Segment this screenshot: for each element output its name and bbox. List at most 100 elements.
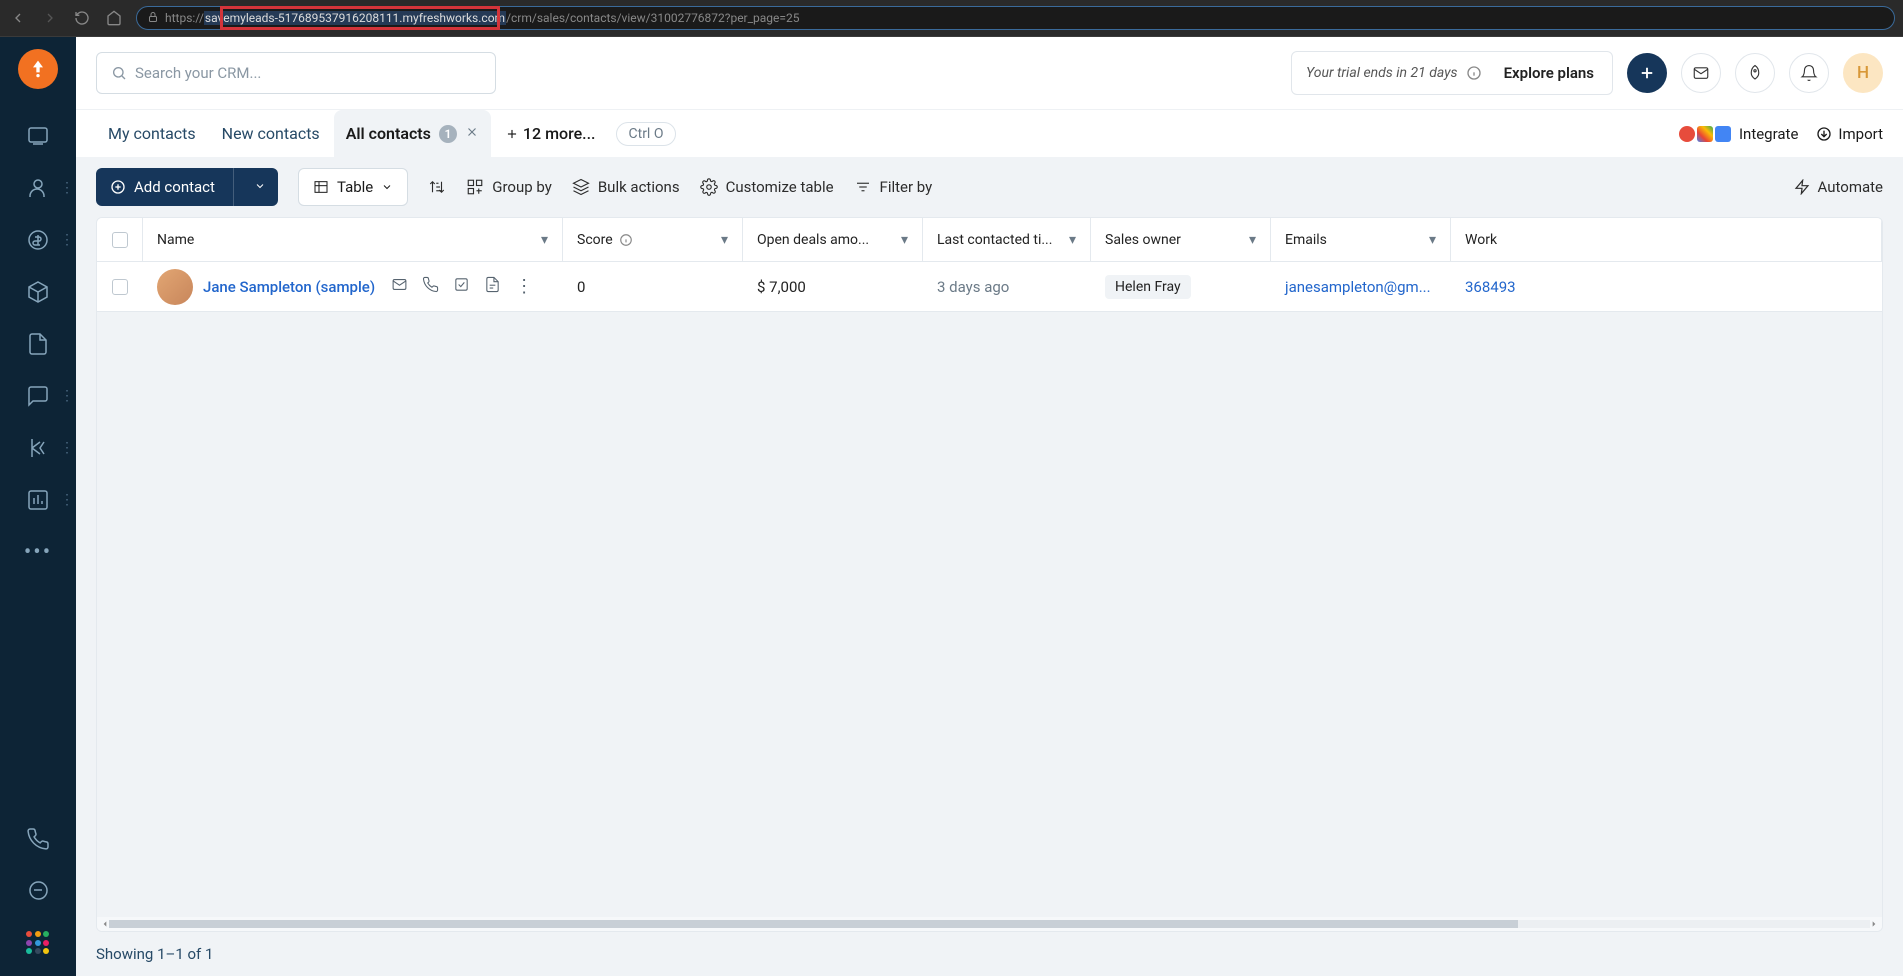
tab-more[interactable]: 12 more... [493,110,608,158]
app-launcher[interactable] [10,920,66,966]
sort-button[interactable] [428,178,446,196]
gear-icon [700,178,718,196]
th-sales-owner[interactable]: Sales owner▾ [1091,218,1271,261]
info-icon[interactable] [1466,65,1482,81]
task-icon[interactable] [453,276,470,297]
cell-name: Jane Sampleton (sample) ⋮ [143,269,563,305]
tab-label: All contacts [346,124,431,143]
cell-work[interactable]: 368493 [1451,278,1882,296]
sidebar-item-contacts[interactable] [10,165,66,211]
customize-label: Customize table [726,178,834,196]
sidebar-item-reports[interactable] [10,477,66,523]
sort-icon [428,178,446,196]
cell-open-deals: $ 7,000 [743,278,923,296]
add-contact-button[interactable]: Add contact [96,168,278,206]
email-icon[interactable] [391,276,408,297]
search-input[interactable] [135,64,481,82]
logo[interactable] [18,49,58,89]
bulk-actions-label: Bulk actions [598,178,680,196]
contact-avatar[interactable] [157,269,193,305]
contact-name-link[interactable]: Jane Sampleton (sample) [203,278,375,296]
sidebar-item-deals[interactable] [10,217,66,263]
user-avatar[interactable]: H [1843,53,1883,93]
close-tab-icon[interactable] [465,124,479,143]
home-button[interactable] [104,8,124,28]
add-button[interactable] [1627,53,1667,93]
row-actions: ⋮ [391,276,533,297]
cell-email[interactable]: janesampleton@gm... [1271,278,1451,296]
note-icon[interactable] [484,276,501,297]
sidebar-item-activities[interactable] [10,425,66,471]
contacts-table: Name▾ Score ▾ Open deals amo...▾ Last co… [96,217,1883,932]
group-by-label: Group by [492,178,552,196]
search-icon [111,65,127,81]
customize-table-button[interactable]: Customize table [700,178,834,196]
mail-button[interactable] [1681,53,1721,93]
phone-icon[interactable] [422,276,439,297]
refresh-button[interactable] [72,8,92,28]
horizontal-scrollbar[interactable] [97,917,1882,931]
th-score[interactable]: Score ▾ [563,218,743,261]
shortcut-hint: Ctrl O [616,122,677,146]
th-name[interactable]: Name▾ [143,218,563,261]
th-last-contacted[interactable]: Last contacted ti...▾ [923,218,1091,261]
table-view-button[interactable]: Table [298,168,408,206]
th-open-deals[interactable]: Open deals amo...▾ [743,218,923,261]
sidebar-item-products[interactable] [10,269,66,315]
tab-all-contacts[interactable]: All contacts 1 [334,110,491,158]
import-button[interactable]: Import [1816,125,1883,143]
table-header: Name▾ Score ▾ Open deals amo...▾ Last co… [97,218,1882,262]
tab-my-contacts[interactable]: My contacts [96,110,208,158]
sidebar-item-chat[interactable] [10,868,66,914]
tab-new-contacts[interactable]: New contacts [210,110,332,158]
group-by-button[interactable]: Group by [466,178,552,196]
tab-more-label: 12 more... [523,124,596,143]
automate-button[interactable]: Automate [1794,178,1883,196]
address-bar[interactable]: https://savemyleads-517689537916208111.m… [136,6,1895,30]
chevron-down-icon [381,181,393,193]
table-empty-space [97,312,1882,917]
scroll-right-icon[interactable] [1870,920,1878,928]
cell-score: 0 [563,278,743,296]
sidebar-item-more[interactable]: ••• [10,529,66,575]
add-contact-dropdown[interactable] [242,178,278,196]
more-icon[interactable]: ⋮ [515,276,533,297]
lightning-icon [1794,179,1810,195]
scroll-left-icon[interactable] [101,920,109,928]
trial-text: Your trial ends in 21 days [1306,65,1458,81]
trial-banner: Your trial ends in 21 days Explore plans [1291,51,1613,95]
filter-by-button[interactable]: Filter by [854,178,933,196]
automate-label: Automate [1818,178,1883,196]
table-wrap: Name▾ Score ▾ Open deals amo...▾ Last co… [76,217,1903,932]
tabs-row: My contacts New contacts All contacts 1 … [76,109,1903,157]
explore-plans-button[interactable]: Explore plans [1490,55,1608,91]
back-button[interactable] [8,8,28,28]
info-icon [619,233,633,247]
bulk-actions-button[interactable]: Bulk actions [572,178,680,196]
row-checkbox[interactable] [97,279,143,295]
th-emails[interactable]: Emails▾ [1271,218,1451,261]
sidebar-item-conversations[interactable] [10,373,66,419]
rocket-button[interactable] [1735,53,1775,93]
filter-label: Filter by [880,178,933,196]
url: https://savemyleads-517689537916208111.m… [165,11,799,25]
table-icon [313,179,329,195]
th-checkbox[interactable] [97,218,143,261]
integrate-button[interactable]: Integrate [1679,125,1798,143]
add-contact-label: Add contact [134,178,215,196]
filter-icon [854,178,872,196]
sidebar-item-dashboard[interactable] [10,113,66,159]
th-work[interactable]: Work [1451,218,1882,261]
plus-icon [505,127,519,141]
scrollbar-thumb[interactable] [109,920,1518,928]
notifications-button[interactable] [1789,53,1829,93]
table-row[interactable]: Jane Sampleton (sample) ⋮ 0 $ 7,000 3 [97,262,1882,312]
lock-icon [147,11,159,26]
forward-button[interactable] [40,8,60,28]
sidebar-item-phone[interactable] [10,816,66,862]
layers-icon [572,178,590,196]
search-box[interactable] [96,52,496,94]
sidebar-item-documents[interactable] [10,321,66,367]
import-icon [1816,126,1832,142]
integrate-label: Integrate [1739,125,1798,143]
